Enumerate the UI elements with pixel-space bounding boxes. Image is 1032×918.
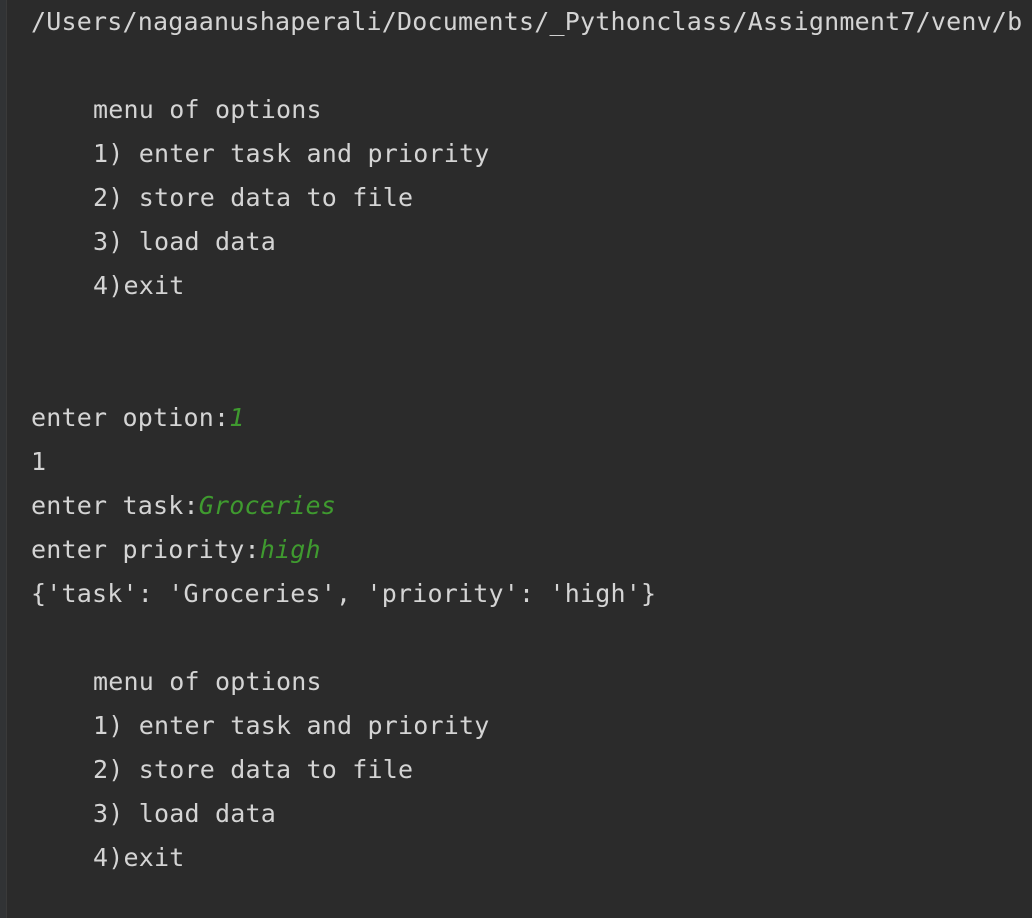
option-user-input: 1 (229, 403, 245, 432)
priority-prompt: enter priority: (31, 535, 260, 564)
menu-option-3-second: 3) load data (93, 799, 277, 828)
task-user-input: Groceries (198, 491, 337, 520)
dict-output: {'task': 'Groceries', 'priority': 'high'… (31, 579, 657, 608)
option-echo: 1 (31, 447, 47, 476)
task-prompt-line: enter task:Groceries (31, 484, 336, 528)
option-prompt-line: enter option:1 (31, 396, 245, 440)
menu-title-second: menu of options (93, 667, 322, 696)
interpreter-path: /Users/nagaanushaperali/Documents/_Pytho… (31, 7, 1023, 36)
menu-option-2: 2) store data to file (93, 183, 414, 212)
priority-prompt-line: enter priority:high (31, 528, 321, 572)
menu-option-3: 3) load data (93, 227, 277, 256)
menu-option-4-second: 4)exit (93, 843, 185, 872)
menu-option-4: 4)exit (93, 271, 185, 300)
task-prompt: enter task: (31, 491, 199, 520)
menu-option-1: 1) enter task and priority (93, 139, 490, 168)
priority-user-input: high (259, 535, 321, 564)
menu-option-2-second: 2) store data to file (93, 755, 414, 784)
option-prompt: enter option: (31, 403, 230, 432)
menu-title: menu of options (93, 95, 322, 124)
menu-option-1-second: 1) enter task and priority (93, 711, 490, 740)
run-console-output[interactable]: /Users/nagaanushaperali/Documents/_Pytho… (0, 0, 1032, 918)
